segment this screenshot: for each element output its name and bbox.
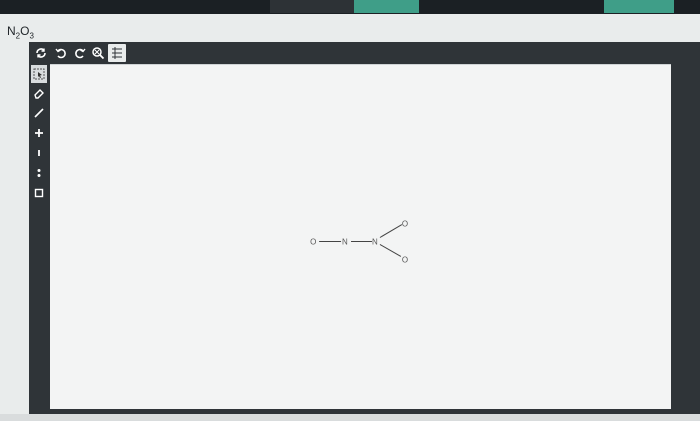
grid-icon — [112, 47, 122, 59]
drawing-canvas[interactable]: O N N O O — [50, 64, 671, 409]
select-tool[interactable] — [31, 65, 47, 83]
rectangle-tool[interactable] — [31, 184, 47, 202]
circular-arrows-icon — [36, 48, 46, 58]
bond-n-o-upper — [379, 224, 403, 238]
bottom-strip — [0, 414, 700, 421]
zoom-button[interactable] — [89, 44, 107, 62]
plus-icon — [35, 129, 43, 137]
molecule-drawing: O N N O O — [310, 220, 408, 265]
eraser-icon — [34, 89, 44, 99]
atom-n1: N — [342, 237, 348, 246]
top-action-tab-2[interactable] — [604, 0, 674, 13]
charge-plus-tool[interactable] — [31, 124, 47, 142]
left-toolbar — [29, 64, 49, 414]
charge-minus-tool[interactable] — [31, 144, 47, 162]
question-formula: N2O3 — [7, 24, 34, 41]
dots-icon — [37, 169, 41, 177]
structure-editor: O N N O O H C N O S F P Cl Br I — [29, 42, 700, 414]
atom-o1: O — [310, 237, 316, 246]
top-action-tab[interactable] — [354, 0, 419, 13]
bond-n-o-lower — [379, 244, 402, 257]
bonds — [319, 224, 403, 257]
zoom-icon — [92, 47, 105, 60]
top-tab[interactable] — [270, 0, 354, 13]
select-arrow-icon — [33, 68, 45, 80]
atom-o2: O — [402, 220, 408, 229]
redo-icon — [75, 48, 86, 59]
rectangle-icon — [34, 188, 44, 198]
right-edge-panel — [672, 67, 700, 421]
eraser-tool[interactable] — [31, 84, 47, 102]
undo-button[interactable] — [52, 44, 70, 62]
lone-pair-tool[interactable] — [31, 164, 47, 182]
single-bond-icon — [34, 108, 44, 118]
atom-n2: N — [372, 237, 378, 246]
clear-button[interactable] — [32, 44, 50, 62]
browser-top-bar — [0, 0, 700, 14]
atom-o3: O — [402, 255, 408, 264]
editor-toolbar — [29, 42, 700, 64]
redo-button[interactable] — [71, 44, 89, 62]
template-button[interactable] — [108, 44, 126, 62]
undo-icon — [55, 48, 66, 59]
minus-icon — [38, 150, 40, 156]
bond-tool[interactable] — [31, 104, 47, 122]
